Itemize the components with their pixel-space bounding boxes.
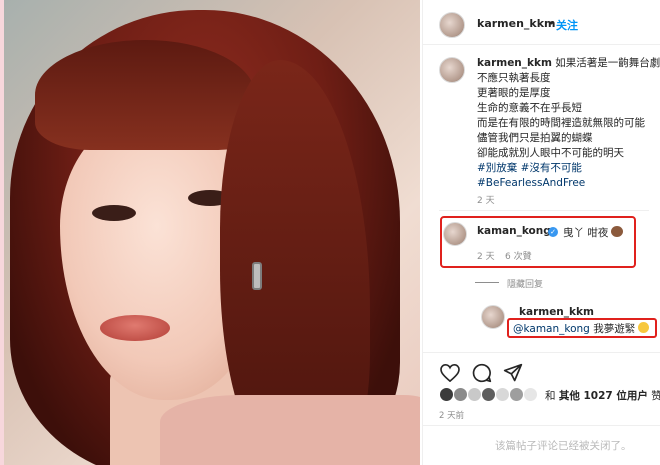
hide-replies-line xyxy=(475,282,499,283)
footer-divider xyxy=(423,425,660,426)
comment-highlight-box xyxy=(440,216,636,268)
comment-icon[interactable] xyxy=(471,362,493,384)
liker-avatar-4[interactable] xyxy=(481,387,496,402)
caption-hashtags-2[interactable]: #BeFearlessAndFree xyxy=(477,176,657,191)
reply-username[interactable]: karmen_kkm xyxy=(519,306,594,318)
caption-divider xyxy=(439,210,649,211)
reply-mention[interactable]: @kaman_kong xyxy=(513,323,590,335)
photo-edge xyxy=(0,0,4,465)
grin-emoji-icon xyxy=(638,322,650,333)
likes-suffix: 赞了 xyxy=(651,390,660,402)
monkey-emoji-icon xyxy=(611,226,624,237)
liker-avatar-7[interactable] xyxy=(523,387,538,402)
caption-avatar[interactable] xyxy=(439,57,465,83)
likes-count[interactable]: 其他 1027 位用户 xyxy=(559,390,648,402)
likes-text[interactable]: 和 其他 1027 位用户 赞了 xyxy=(545,388,660,403)
comments-closed-notice: 该篇帖子评论已经被关闭了。 xyxy=(495,440,632,452)
likes-prefix: 和 xyxy=(545,390,559,402)
caption-time: 2 天 xyxy=(477,196,495,206)
caption-line-1: karmen_kkm 如果活著是一齣舞台劇 xyxy=(477,56,660,71)
liker-avatar-5[interactable] xyxy=(495,387,510,402)
header-username[interactable]: karmen_kkm xyxy=(477,17,556,30)
action-bar xyxy=(439,362,649,384)
comment-likes[interactable]: 6 次贊 xyxy=(505,249,532,262)
photo-earring xyxy=(252,262,262,290)
reply-text-wrap: @kaman_kong 我夢遊緊 xyxy=(513,321,650,336)
photo-fringe xyxy=(35,40,255,150)
post-side-panel: karmen_kkm • 关注 karmen_kkm 如果活著是一齣舞台劇 不應… xyxy=(422,0,660,465)
photo-sweater xyxy=(160,395,420,465)
liker-avatar-2[interactable] xyxy=(453,387,468,402)
caption-text-6: 儘管我們只是拍翼的蝴蝶 xyxy=(477,132,593,144)
liker-avatar-3[interactable] xyxy=(467,387,482,402)
post-photo[interactable] xyxy=(0,0,420,465)
hide-replies-link[interactable]: 隱藏回复 xyxy=(507,277,543,290)
verified-icon: ✓ xyxy=(548,227,558,237)
liker-avatar-1[interactable] xyxy=(439,387,454,402)
comment-avatar[interactable] xyxy=(443,222,467,246)
caption-text-5: 而是在有限的時間裡造就無限的可能 xyxy=(477,117,645,129)
post-caption: karmen_kkm 如果活著是一齣舞台劇 不應只執著長度 更著眼的是厚度 生命… xyxy=(477,56,660,191)
caption-text-7: 卻能成就別人眼中不可能的明天 xyxy=(477,147,624,159)
caption-text-3: 更著眼的是厚度 xyxy=(477,87,551,99)
heart-icon[interactable] xyxy=(439,362,461,384)
liker-avatar-6[interactable] xyxy=(509,387,524,402)
post-time: 2 天前 xyxy=(439,411,465,421)
caption-text-2: 不應只執著長度 xyxy=(477,72,551,84)
header-avatar[interactable] xyxy=(439,12,465,38)
caption-text-4: 生命的意義不在乎長短 xyxy=(477,102,582,114)
caption-text-1: 如果活著是一齣舞台劇 xyxy=(555,57,660,69)
photo-lips xyxy=(100,315,170,341)
instagram-post-view: karmen_kkm • 关注 karmen_kkm 如果活著是一齣舞台劇 不應… xyxy=(0,0,660,465)
header-divider xyxy=(423,44,660,45)
reply-text: 我夢遊緊 xyxy=(593,323,636,335)
likes-summary-row: 和 其他 1027 位用户 赞了 xyxy=(439,387,660,403)
comment-text-wrap: 曳丫 咁夜 xyxy=(563,225,624,240)
actions-divider xyxy=(423,352,660,353)
share-icon[interactable] xyxy=(502,362,524,384)
comment-time: 2 天 xyxy=(477,252,495,262)
comment-text: 曳丫 咁夜 xyxy=(563,227,609,239)
header-separator: • xyxy=(548,17,555,30)
reply-avatar[interactable] xyxy=(481,305,505,329)
comment-username[interactable]: kaman_kong xyxy=(477,225,551,237)
follow-button[interactable]: 关注 xyxy=(556,17,578,33)
photo-eye-left xyxy=(92,205,136,221)
caption-username[interactable]: karmen_kkm xyxy=(477,57,552,69)
caption-hashtags-1[interactable]: #別放棄 #沒有不可能 xyxy=(477,161,657,176)
